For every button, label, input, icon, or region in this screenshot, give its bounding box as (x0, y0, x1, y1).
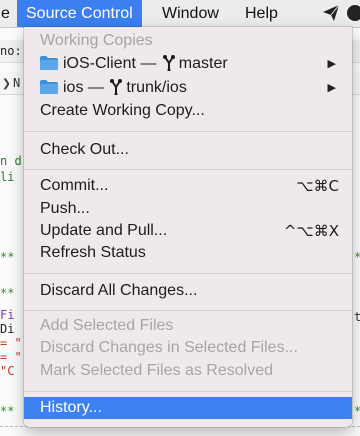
code-fragment: ** (0, 404, 15, 418)
menu-item-label: Check Out... (40, 141, 129, 158)
submenu-arrow-icon: ▶ (327, 58, 336, 70)
status-icon[interactable] (346, 4, 360, 22)
code-fragment: Di (0, 322, 15, 336)
branch-name: master (178, 55, 228, 72)
menu-item-label: Add Selected Files (40, 317, 174, 334)
menu-separator (24, 273, 352, 274)
menu-item-history[interactable]: History... (24, 397, 352, 419)
menu-item-label: History... (40, 399, 102, 416)
menu-item-mark-resolved[interactable]: Mark Selected Files as Resolved (24, 360, 352, 382)
code-fragment: ** (0, 250, 15, 264)
menu-item-label: Refresh Status (40, 244, 146, 261)
menu-separator (24, 131, 352, 132)
menu-item-commit[interactable]: Commit... ⌥⌘C (24, 175, 352, 197)
folder-icon (40, 80, 58, 94)
keyboard-shortcut: ⌥⌘C (296, 177, 339, 195)
folder-icon (40, 56, 58, 70)
menu-item-create-working-copy[interactable]: Create Working Copy... (24, 100, 352, 122)
code-fragment: n d (0, 154, 22, 168)
branch-icon (162, 55, 175, 71)
menu-item-update-and-pull[interactable]: Update and Pull... ^⌥⌘X (24, 220, 352, 242)
code-fragment: Fi (0, 308, 15, 322)
submenu-arrow-icon: ▶ (327, 82, 336, 94)
separator-dash: — (135, 55, 161, 72)
menu-item-refresh-status[interactable]: Refresh Status (24, 242, 352, 264)
menu-item-label: Discard Changes in Selected Files... (40, 339, 298, 356)
menu-item-add-selected-files[interactable]: Add Selected Files (24, 315, 352, 337)
menu-item-label: Update and Pull... (40, 222, 168, 239)
menu-item-label: Push... (40, 200, 90, 217)
code-fragment: * (354, 404, 360, 418)
editor-fragment: no: (0, 44, 22, 58)
menu-header-label: Working Copies (40, 32, 153, 49)
code-fragment: t (354, 310, 360, 324)
menu-item-push[interactable]: Push... (24, 198, 352, 220)
menu-separator (24, 310, 352, 311)
menu-item-working-copy-ios-client[interactable]: iOS-Client — master ▶ (24, 53, 352, 75)
code-fragment: = " (0, 336, 22, 350)
menu-item-label: Commit... (40, 177, 109, 194)
working-copy-name: iOS-Client (63, 55, 136, 72)
menu-bar-item-source-control[interactable]: Source Control (17, 0, 142, 27)
menu-item-label: Mark Selected Files as Resolved (40, 362, 273, 379)
keyboard-shortcut: ^⌥⌘X (283, 222, 339, 240)
separator-dash: — (83, 79, 109, 96)
code-fragment: "C (0, 364, 15, 378)
menu-header-working-copies: Working Copies (24, 30, 352, 52)
source-control-menu: Working Copies iOS-Client — master ▶ ios… (24, 27, 352, 427)
menu-item-working-copy-ios[interactable]: ios — trunk/ios ▶ (24, 77, 352, 99)
menu-item-discard-all-changes[interactable]: Discard All Changes... (24, 280, 352, 302)
code-fragment: = " (0, 350, 22, 364)
menu-bar-item-window[interactable]: Window (153, 0, 228, 27)
code-fragment: ** (0, 286, 15, 300)
menu-separator (24, 391, 352, 392)
menu-item-check-out[interactable]: Check Out... (24, 139, 352, 161)
branch-icon (110, 79, 123, 95)
branch-name: trunk/ios (126, 79, 187, 96)
code-fragment: li (0, 170, 15, 184)
menu-item-label: Create Working Copy... (40, 102, 205, 119)
menu-item-discard-selected-changes[interactable]: Discard Changes in Selected Files... (24, 337, 352, 359)
jump-bar-chevron: ❯ (2, 74, 12, 92)
menu-separator (24, 169, 352, 170)
editor-fragment: N (13, 76, 21, 90)
menu-item-label: Discard All Changes... (40, 282, 198, 299)
menu-bar: e Source Control Window Help (0, 0, 360, 28)
working-copy-name: ios (63, 79, 84, 96)
menu-bar-item-help[interactable]: Help (236, 0, 287, 27)
code-fragment: * (354, 250, 360, 264)
paper-plane-icon[interactable] (322, 4, 340, 22)
